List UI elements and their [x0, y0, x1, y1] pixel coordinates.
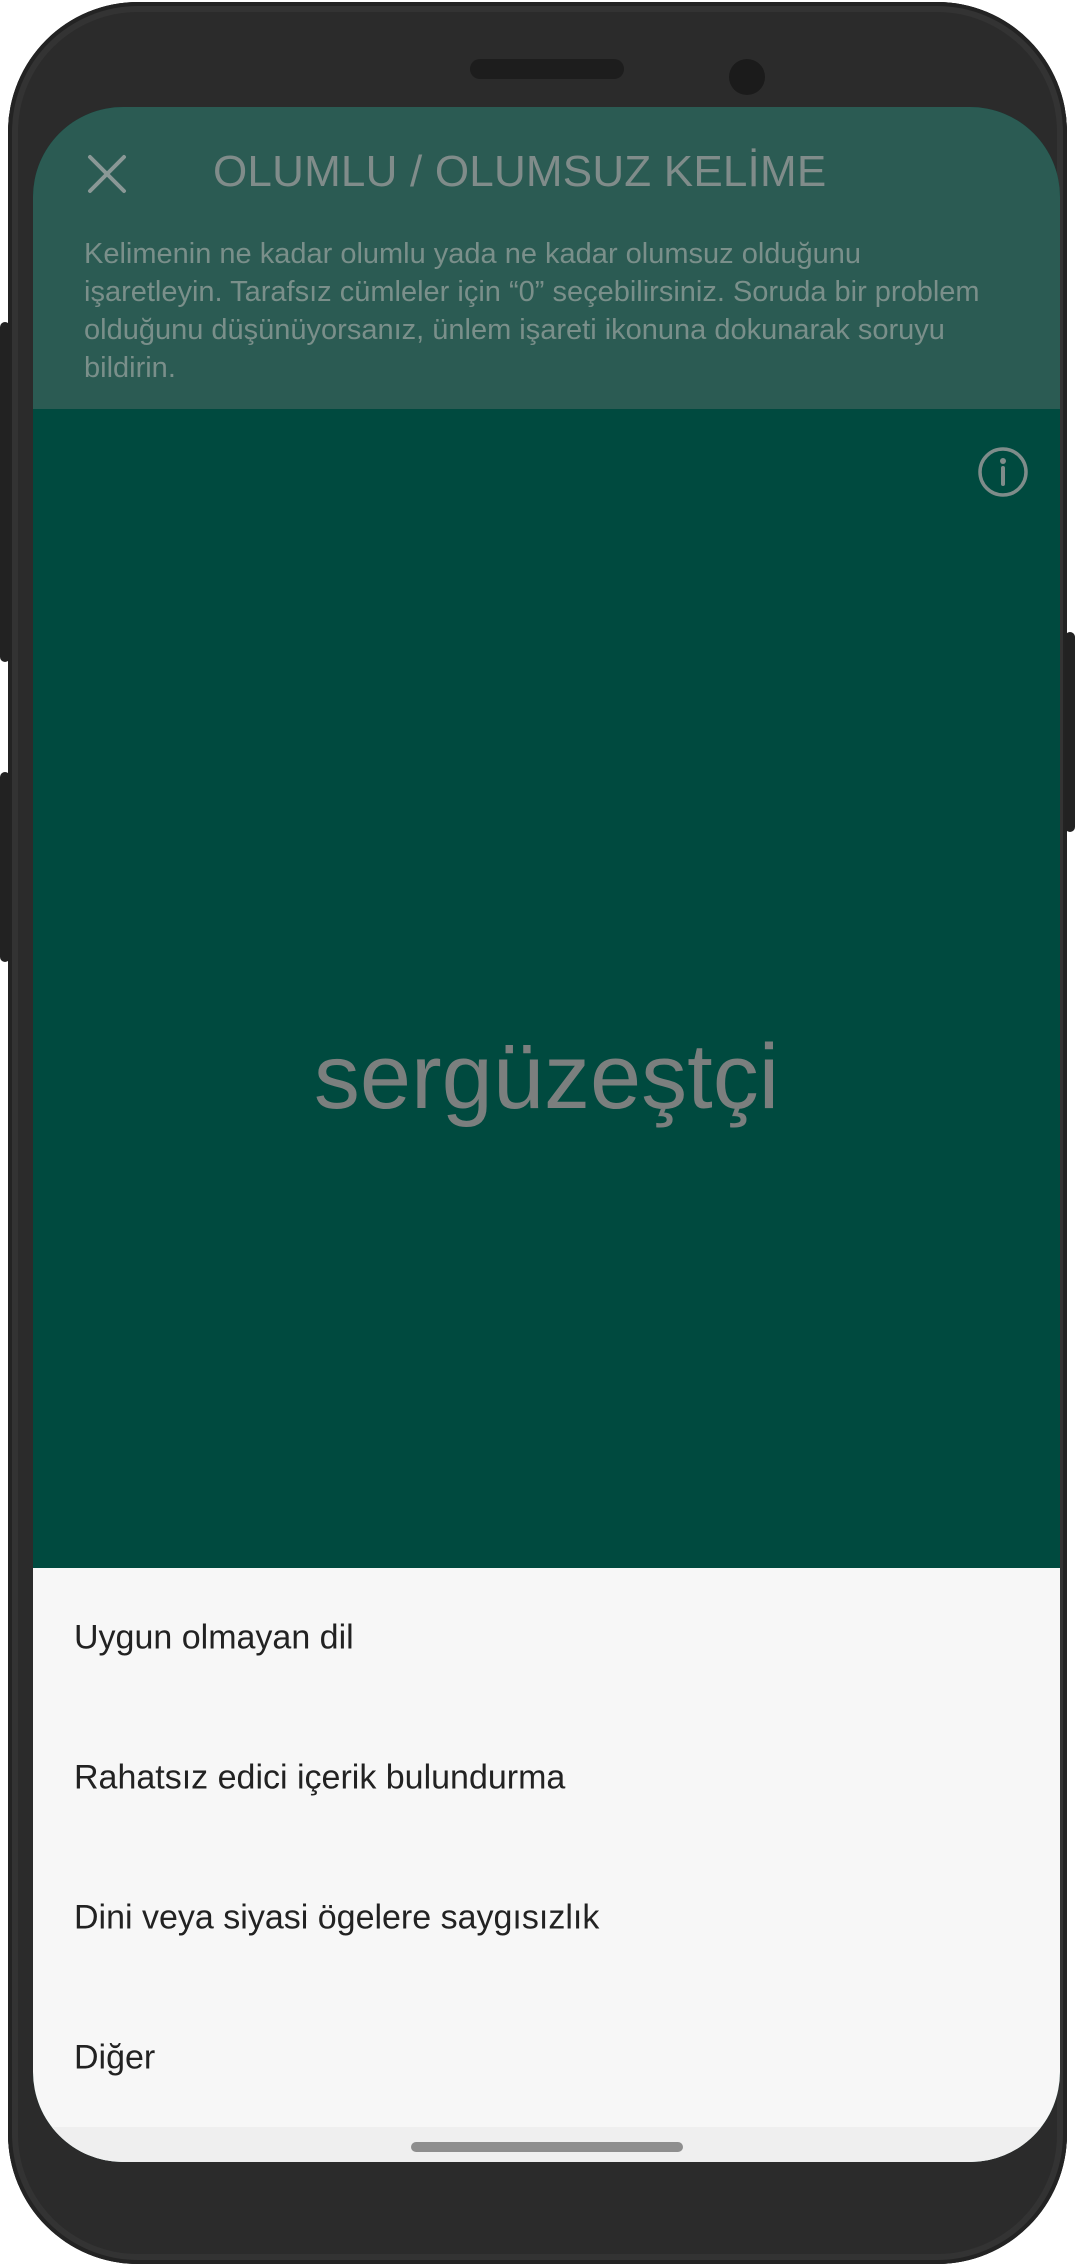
report-option-inappropriate-language[interactable]: Uygun olmayan dil	[33, 1568, 1060, 1708]
report-option-label: Diğer	[74, 2038, 156, 2077]
side-button-right	[1065, 632, 1075, 832]
phone-frame: OLUMLU / OLUMSUZ KELİME Kelimenin ne kad…	[0, 2, 1075, 2264]
report-options-sheet: Uygun olmayan dil Rahatsız edici içerik …	[33, 1568, 1060, 2162]
home-indicator[interactable]	[411, 2142, 683, 2152]
report-option-label: Dini veya siyasi ögelere saygısızlık	[74, 1898, 600, 1937]
side-button-left-lower	[0, 772, 10, 962]
report-option-label: Uygun olmayan dil	[74, 1618, 354, 1657]
report-option-label: Rahatsız edici içerik bulundurma	[74, 1758, 566, 1797]
report-option-disturbing-content[interactable]: Rahatsız edici içerik bulundurma	[33, 1708, 1060, 1848]
page-title: OLUMLU / OLUMSUZ KELİME	[213, 147, 827, 196]
screen: OLUMLU / OLUMSUZ KELİME Kelimenin ne kad…	[33, 107, 1060, 2162]
task-header: OLUMLU / OLUMSUZ KELİME Kelimenin ne kad…	[33, 107, 1060, 409]
question-area	[33, 409, 1060, 1568]
speaker-grille	[470, 59, 624, 79]
instructions-text: Kelimenin ne kadar olumlu yada ne kadar …	[84, 238, 980, 384]
close-button[interactable]	[78, 145, 136, 203]
report-option-other[interactable]: Diğer	[33, 1988, 1060, 2128]
front-camera	[729, 59, 765, 95]
close-icon	[88, 155, 126, 193]
info-icon	[978, 447, 1028, 497]
report-option-disrespect[interactable]: Dini veya siyasi ögelere saygısızlık	[33, 1848, 1060, 1988]
question-word: sergüzeştçi	[313, 1026, 780, 1128]
side-button-left-upper	[0, 322, 10, 662]
report-info-button[interactable]	[976, 445, 1030, 499]
